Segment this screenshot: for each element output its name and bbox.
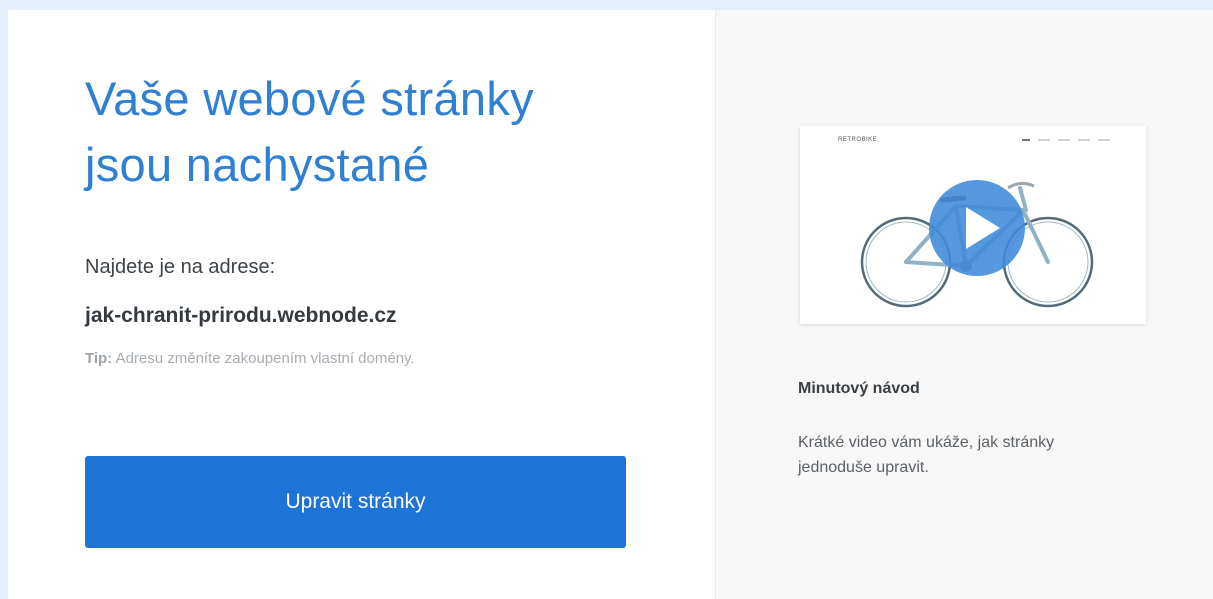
address-label: Najdete je na adrese: [85,256,276,278]
tutorial-panel: RETROBIKE Minutový návod Krátké video vá… [715,10,1213,599]
edit-website-button[interactable]: Upravit stránky [85,456,626,548]
video-title: Minutový návod [798,380,920,397]
title-line-1: Vaše webové stránky [85,72,534,125]
main-panel: Vaše webové stránky jsou nachystané Najd… [8,10,715,599]
thumbnail-nav [1022,139,1110,141]
title-line-2: jsou nachystané [85,138,430,191]
tip-label: Tip: [85,350,113,367]
page-title: Vaše webové stránky jsou nachystané [85,66,534,198]
play-icon[interactable] [928,179,1026,277]
tutorial-video-thumbnail[interactable]: RETROBIKE [800,126,1146,324]
domain-tip: Tip: Adresu změníte zakoupením vlastní d… [85,350,415,367]
thumbnail-logo: RETROBIKE [838,137,878,143]
video-description: Krátké video vám ukáže, jak stránky jedn… [798,434,1055,476]
tip-text: Adresu změníte zakoupením vlastní domény… [115,350,415,367]
website-ready-dialog: Vaše webové stránky jsou nachystané Najd… [8,10,1213,599]
website-address: jak-chranit-prirodu.webnode.cz [85,304,397,327]
